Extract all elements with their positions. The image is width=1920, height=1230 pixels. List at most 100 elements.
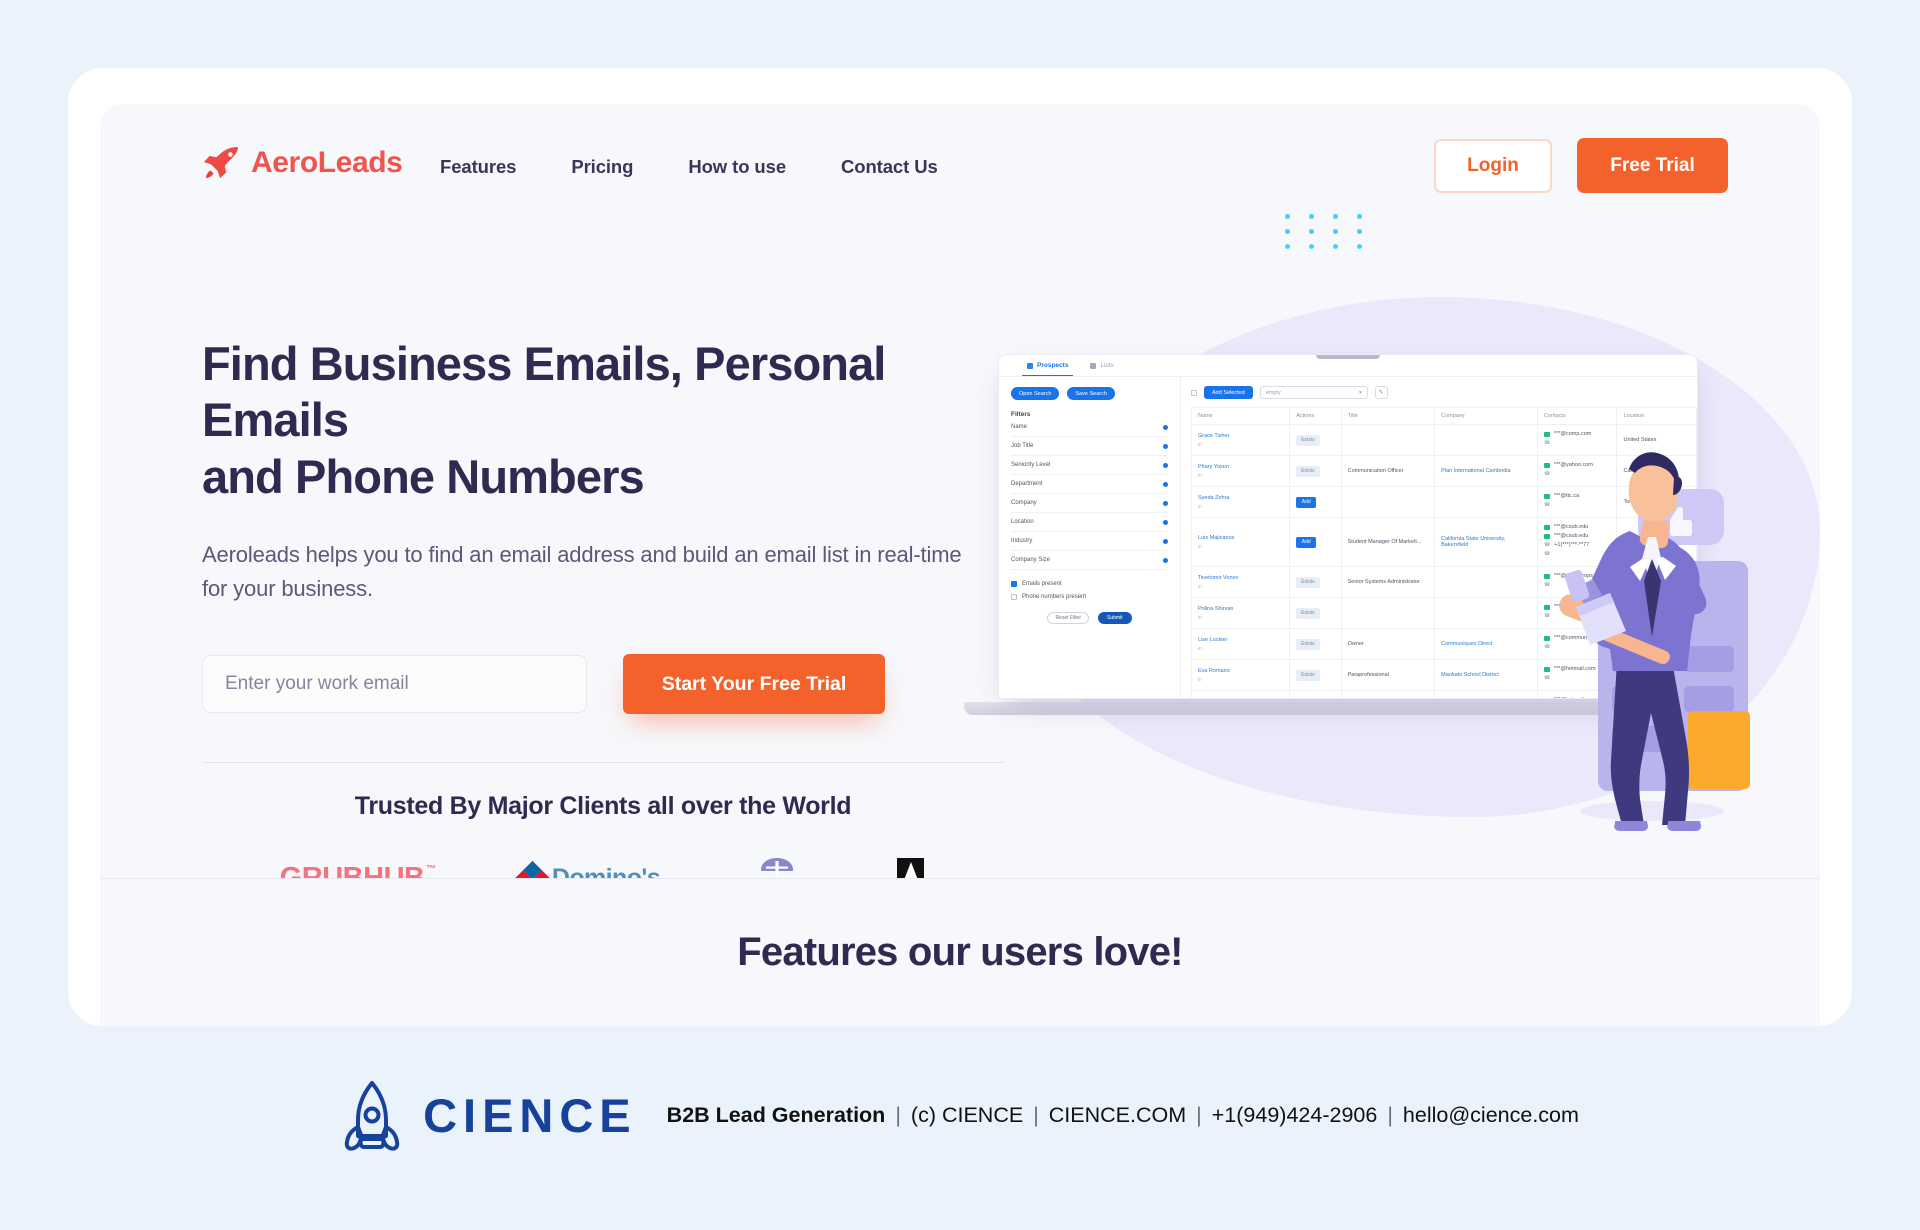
column-header: Title — [1340, 407, 1436, 425]
filter-row[interactable]: Job Title — [1011, 437, 1168, 456]
nav-item-pricing[interactable]: Pricing — [571, 156, 633, 178]
cell-name: Polina Shirvan in — [1190, 597, 1291, 629]
tata-mark-icon — [761, 857, 794, 876]
lists-icon — [1090, 362, 1097, 369]
start-free-trial-button[interactable]: Start Your Free Trial — [623, 654, 885, 715]
cell-name: Syeda Zehra in — [1190, 486, 1291, 518]
add-prospect-button[interactable]: Add — [1296, 496, 1317, 508]
footer-phone[interactable]: +1(949)424-2906 — [1212, 1103, 1378, 1128]
filter-row[interactable]: Location — [1011, 513, 1168, 532]
footer-tagline: B2B Lead Generation — [666, 1102, 886, 1127]
page-title: Find Business Emails, Personal Emails an… — [202, 336, 1032, 505]
filter-row[interactable]: Seniority Level — [1011, 456, 1168, 475]
work-email-input[interactable] — [202, 655, 587, 714]
tab-lists[interactable]: Lists — [1090, 362, 1114, 369]
nav-item-contact-us[interactable]: Contact Us — [841, 156, 938, 178]
cell-actions: Exists — [1289, 455, 1342, 487]
add-prospect-button[interactable]: Add — [1296, 536, 1317, 548]
filter-row[interactable]: Department — [1011, 475, 1168, 494]
tab-prospects-label: Prospects — [1037, 362, 1069, 369]
filter-expand-icon[interactable] — [1163, 500, 1168, 506]
filter-expand-icon[interactable] — [1163, 519, 1168, 525]
tab-prospects[interactable]: Prospects — [1021, 362, 1074, 376]
header-actions: Login Free Trial — [1434, 138, 1728, 193]
dashboard-tabs: Prospects Lists — [999, 355, 1697, 377]
features-heading: Features our users love! — [737, 930, 1183, 974]
exists-badge: Exists — [1296, 576, 1320, 588]
cell-actions: Exists — [1289, 690, 1342, 698]
brand-logo[interactable]: AeroLeads — [202, 146, 403, 180]
open-search-button[interactable]: Open Search — [1011, 387, 1060, 400]
filter-expand-icon[interactable] — [1163, 424, 1168, 430]
footer-separator-2: | — [1033, 1102, 1039, 1127]
cell-name: Eva Romano in — [1190, 659, 1291, 691]
trusted-clients-heading: Trusted By Major Clients all over the Wo… — [354, 792, 852, 821]
hero-subtitle: Aeroleads helps you to find an email add… — [202, 542, 962, 602]
section-divider — [202, 762, 1004, 764]
filter-expand-icon[interactable] — [1163, 443, 1168, 449]
filter-list: Name Job Title Seniority Level Department Co… — [1011, 418, 1168, 570]
cell-actions: Add — [1289, 486, 1342, 518]
cell-name: Tsvetomir Vonov in — [1190, 566, 1291, 598]
filter-label: Industry — [1011, 538, 1033, 544]
exists-badge: Exists — [1296, 607, 1320, 619]
filter-row[interactable]: Company Size — [1011, 551, 1168, 570]
checkbox-icon-unchecked — [1011, 594, 1017, 600]
checkbox-icon-checked — [1011, 581, 1017, 587]
login-button[interactable]: Login — [1434, 138, 1552, 193]
filter-expand-icon[interactable] — [1163, 538, 1168, 544]
nav-item-features[interactable]: Features — [440, 156, 516, 178]
brand-name: AeroLeads — [251, 146, 403, 179]
cience-footer: CIENCE B2B Lead Generation | (c) CIENCE … — [0, 1060, 1920, 1170]
cience-logo[interactable]: CIENCE — [341, 1079, 637, 1151]
exists-badge: Exists — [1296, 669, 1320, 681]
edit-icon[interactable]: ✎ — [1374, 386, 1388, 399]
cell-actions: Exists — [1289, 424, 1342, 456]
footer-site-link[interactable]: CIENCE.COM — [1049, 1103, 1186, 1128]
cell-name: Luis Majicanos in — [1190, 517, 1291, 567]
hero-illustration: Prospects Lists Open Search Save Search … — [964, 279, 1820, 839]
checkbox-emails-present[interactable]: Emails present — [1011, 581, 1168, 587]
cell-actions: Exists — [1289, 566, 1342, 598]
exists-badge: Exists — [1296, 434, 1320, 446]
hero-title-line2: and Phone Numbers — [202, 449, 645, 503]
filter-expand-icon[interactable] — [1163, 557, 1168, 563]
main-nav: Features Pricing How to use Contact Us — [440, 156, 938, 178]
add-selected-button[interactable]: Add Selected — [1204, 386, 1253, 399]
list-select[interactable]: empty ▾ — [1259, 386, 1368, 399]
signup-form: Start Your Free Trial — [202, 654, 1032, 715]
footer-separator-4: | — [1387, 1102, 1393, 1127]
cell-title: Student Manager Of Marketi... — [1340, 517, 1436, 567]
footer-separator-1: | — [895, 1102, 901, 1127]
filter-row[interactable]: Name — [1011, 418, 1168, 437]
cience-rocket-icon — [344, 1081, 400, 1151]
nav-item-how-to-use[interactable]: How to use — [688, 156, 786, 178]
cell-actions: Exists — [1289, 597, 1342, 629]
filter-label: Seniority Level — [1011, 462, 1051, 468]
filter-row[interactable]: Industry — [1011, 532, 1168, 551]
prospects-icon — [1027, 362, 1033, 369]
footer-email[interactable]: hello@cience.com — [1403, 1103, 1579, 1128]
submit-filter-button[interactable]: Submit — [1098, 612, 1132, 624]
cell-title: J.I.B Approved Electrician — [1340, 690, 1436, 698]
filter-label: Name — [1011, 424, 1028, 430]
cell-title — [1340, 597, 1436, 629]
filter-expand-icon[interactable] — [1163, 462, 1168, 468]
page-card: AeroLeads Features Pricing How to use Co… — [68, 68, 1852, 1026]
filter-row[interactable]: Company — [1011, 494, 1168, 513]
cell-actions: Exists — [1289, 659, 1342, 691]
column-header: Name — [1190, 407, 1291, 425]
hero-left-column: Find Business Emails, Personal Emails an… — [202, 336, 1032, 907]
cell-name: Neil Harveyin — [1190, 690, 1291, 698]
hero-title-line1: Find Business Emails, Personal Emails — [202, 337, 886, 447]
checkbox-phone-numbers-present[interactable]: Phone numbers present — [1011, 594, 1168, 600]
save-search-button[interactable]: Save Search — [1067, 387, 1115, 400]
filter-expand-icon[interactable] — [1163, 481, 1168, 487]
cell-name: Phary Yosun in — [1190, 455, 1291, 487]
select-all-checkbox[interactable] — [1191, 389, 1197, 396]
exists-badge: Exists — [1296, 465, 1320, 477]
free-trial-button[interactable]: Free Trial — [1577, 138, 1728, 193]
cience-wordmark: CIENCE — [423, 1088, 637, 1142]
reset-filter-button[interactable]: Reset Filter — [1047, 612, 1089, 624]
prospects-toolbar: Add Selected empty ▾ ✎ — [1191, 386, 1697, 399]
